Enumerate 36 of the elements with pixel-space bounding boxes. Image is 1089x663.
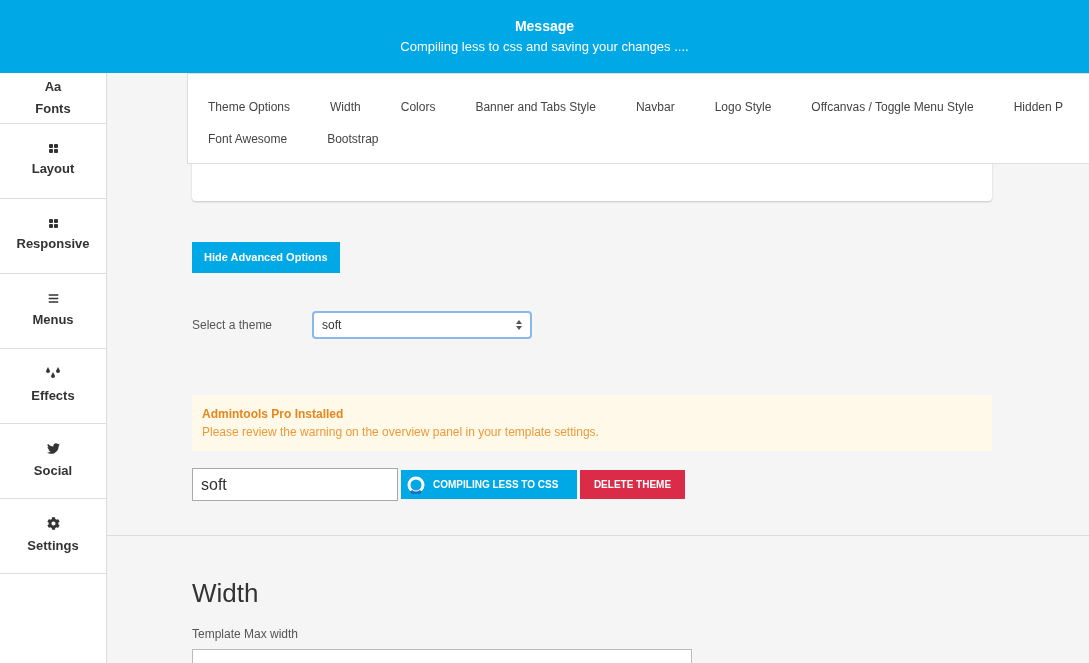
theme-name-field[interactable]: soft xyxy=(192,468,398,501)
theme-select[interactable]: soft xyxy=(312,311,532,339)
drops-icon xyxy=(45,366,61,381)
nav-link[interactable]: Bootstrap xyxy=(327,130,379,148)
grid-icon xyxy=(48,143,58,153)
sidebar-item[interactable]: Social xyxy=(0,424,106,499)
nav-link[interactable]: Hidden P xyxy=(1013,98,1064,116)
menu-icon xyxy=(47,292,59,304)
nav-link[interactable]: Navbar xyxy=(635,98,675,116)
settings-icon xyxy=(46,516,60,530)
message-title: Message xyxy=(514,17,575,37)
section-heading: Width xyxy=(192,577,260,610)
sidebar-item[interactable]: Aa Fonts xyxy=(0,73,106,124)
font-glyph: Aa xyxy=(44,79,62,93)
select-label: Select a theme xyxy=(192,317,274,334)
nav-link[interactable]: Theme Options xyxy=(208,98,291,116)
nav-link[interactable]: Font Awesome xyxy=(208,130,288,148)
bird-icon xyxy=(46,441,60,455)
spinner-icon xyxy=(407,475,425,494)
grid-icon xyxy=(48,218,58,228)
sidebar-item[interactable]: Layout xyxy=(0,124,106,199)
delete-theme-button[interactable]: DELETE THEME xyxy=(580,470,685,499)
sidebar-item[interactable]: Effects xyxy=(0,349,106,424)
nav-link[interactable]: Banner and Tabs Style xyxy=(475,98,596,116)
nav-link[interactable]: Offcanvas / Toggle Menu Style xyxy=(811,98,974,116)
nav-link[interactable]: Width xyxy=(330,98,361,116)
sidebar-item[interactable]: Responsive xyxy=(0,199,106,274)
message-text: Compiling less to css and saving your changes .... xyxy=(400,38,689,57)
alert-title: Admintools Pro Installed xyxy=(202,406,345,423)
updown-icon xyxy=(516,320,522,330)
alert-text: Please review the warning on the overview panel in your template settings. xyxy=(202,424,600,441)
sidebar-item[interactable]: Settings xyxy=(0,499,106,574)
sidebar-item[interactable]: Menus xyxy=(0,274,106,349)
nav-link[interactable]: Logo Style xyxy=(714,98,772,116)
field-label: Template Max width xyxy=(192,626,300,643)
nav-link[interactable]: Colors xyxy=(400,98,436,116)
